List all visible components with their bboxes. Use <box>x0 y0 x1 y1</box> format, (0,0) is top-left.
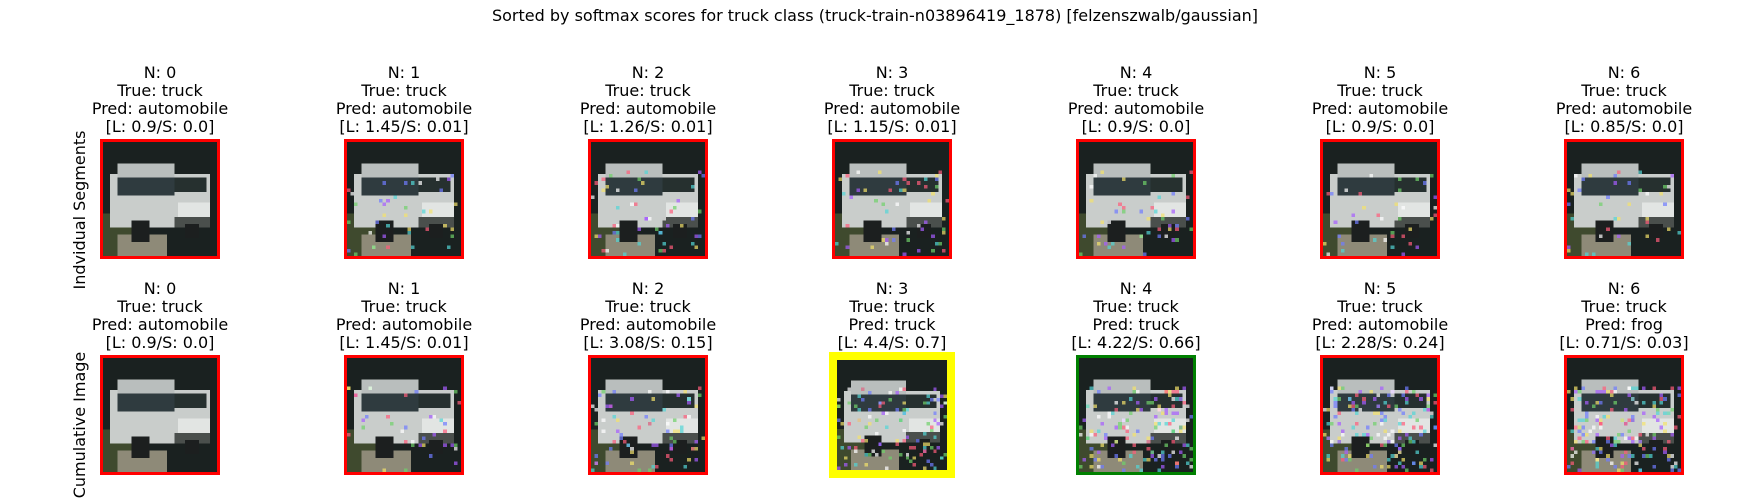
caption-pred: Pred: automobile <box>91 99 229 118</box>
van-image <box>591 358 705 472</box>
caption-pred: Pred: automobile <box>823 99 961 118</box>
caption-scores: [L: 0.9/S: 0.0] <box>105 333 215 352</box>
caption-n: N: 4 <box>1119 63 1153 82</box>
caption-n: N: 3 <box>875 63 909 82</box>
caption-scores: [L: 1.26/S: 0.01] <box>583 117 713 136</box>
caption-true: True: truck <box>1337 297 1423 316</box>
caption-scores: [L: 0.9/S: 0.0] <box>105 117 215 136</box>
caption-scores: [L: 1.15/S: 0.01] <box>827 117 957 136</box>
grid-cell: N: 6 True: truck Pred: frog [L: 0.71/S: 0.0… <box>1544 280 1704 475</box>
van-thumbnail <box>588 139 708 259</box>
caption-true: True: truck <box>1093 297 1179 316</box>
caption-pred: Pred: automobile <box>579 99 717 118</box>
van-thumbnail <box>588 355 708 475</box>
grid-cell: N: 2 True: truck Pred: automobile [L: 1.26/… <box>568 64 728 259</box>
grid-cell: N: 6 True: truck Pred: automobile [L: 0.85/… <box>1544 64 1704 259</box>
caption-scores: [L: 2.28/S: 0.24] <box>1315 333 1445 352</box>
van-thumbnail <box>1320 139 1440 259</box>
van-image <box>1323 358 1437 472</box>
grid-cell: N: 2 True: truck Pred: automobile [L: 3.08/… <box>568 280 728 475</box>
van-thumbnail <box>100 355 220 475</box>
caption-true: True: truck <box>849 81 935 100</box>
caption-pred: Pred: automobile <box>335 99 473 118</box>
caption-true: True: truck <box>605 81 691 100</box>
caption-n: N: 1 <box>387 63 421 82</box>
caption-n: N: 6 <box>1607 279 1641 298</box>
caption-pred: Pred: truck <box>1092 315 1180 334</box>
caption-n: N: 0 <box>143 279 177 298</box>
van-thumbnail <box>829 352 955 478</box>
caption-n: N: 1 <box>387 279 421 298</box>
figure-title: Sorted by softmax scores for truck class… <box>491 6 1258 25</box>
caption-scores: [L: 4.4/S: 0.7] <box>837 333 947 352</box>
caption-true: True: truck <box>361 297 447 316</box>
van-thumbnail <box>1076 355 1196 475</box>
van-image <box>347 358 461 472</box>
grid-cell: N: 4 True: truck Pred: truck [L: 4.22/S: 0.… <box>1056 280 1216 475</box>
caption-pred: Pred: automobile <box>1067 99 1205 118</box>
caption-true: True: truck <box>1581 297 1667 316</box>
caption-scores: [L: 0.71/S: 0.03] <box>1559 333 1689 352</box>
van-image <box>103 142 217 256</box>
caption-n: N: 6 <box>1607 63 1641 82</box>
caption-true: True: truck <box>1581 81 1667 100</box>
van-image <box>103 358 217 472</box>
caption-true: True: truck <box>117 81 203 100</box>
van-thumbnail <box>1076 139 1196 259</box>
caption-scores: [L: 0.9/S: 0.0] <box>1081 117 1191 136</box>
van-thumbnail <box>1564 139 1684 259</box>
caption-true: True: truck <box>1337 81 1423 100</box>
caption-n: N: 2 <box>631 63 665 82</box>
grid-cell: N: 5 True: truck Pred: automobile [L: 2.28/… <box>1300 280 1460 475</box>
van-thumbnail <box>1320 355 1440 475</box>
caption-n: N: 5 <box>1363 63 1397 82</box>
van-thumbnail <box>1564 355 1684 475</box>
caption-scores: [L: 3.08/S: 0.15] <box>583 333 713 352</box>
van-thumbnail <box>100 139 220 259</box>
van-image <box>835 142 949 256</box>
grid-cell: N: 0 True: truck Pred: automobile [L: 0.9/S… <box>80 280 240 475</box>
caption-pred: Pred: automobile <box>1311 99 1449 118</box>
grid-cell: N: 3 True: truck Pred: truck [L: 4.4/S: 0.7… <box>812 280 972 478</box>
caption-n: N: 4 <box>1119 279 1153 298</box>
caption-true: True: truck <box>117 297 203 316</box>
van-thumbnail <box>344 355 464 475</box>
van-image <box>347 142 461 256</box>
caption-pred: Pred: automobile <box>1555 99 1693 118</box>
caption-pred: Pred: frog <box>1585 315 1663 334</box>
caption-scores: [L: 1.45/S: 0.01] <box>339 117 469 136</box>
caption-pred: Pred: automobile <box>579 315 717 334</box>
grid-cell: N: 1 True: truck Pred: automobile [L: 1.45/… <box>324 280 484 475</box>
caption-pred: Pred: automobile <box>1311 315 1449 334</box>
van-image <box>591 142 705 256</box>
van-image <box>1567 358 1681 472</box>
grid-cell: N: 5 True: truck Pred: automobile [L: 0.9/S… <box>1300 64 1460 259</box>
van-image <box>1079 358 1193 472</box>
caption-scores: [L: 0.85/S: 0.0] <box>1564 117 1684 136</box>
grid-cell: N: 0 True: truck Pred: automobile [L: 0.9/S… <box>80 64 240 259</box>
caption-scores: [L: 4.22/S: 0.66] <box>1071 333 1201 352</box>
van-image <box>1079 142 1193 256</box>
van-image <box>837 360 947 470</box>
grid-cell: N: 3 True: truck Pred: automobile [L: 1.15/… <box>812 64 972 259</box>
van-thumbnail <box>832 139 952 259</box>
grid-cell: N: 1 True: truck Pred: automobile [L: 1.45/… <box>324 64 484 259</box>
caption-true: True: truck <box>1093 81 1179 100</box>
caption-true: True: truck <box>605 297 691 316</box>
caption-true: True: truck <box>361 81 447 100</box>
van-thumbnail <box>344 139 464 259</box>
caption-scores: [L: 0.9/S: 0.0] <box>1325 117 1435 136</box>
grid-cell: N: 4 True: truck Pred: automobile [L: 0.9/S… <box>1056 64 1216 259</box>
caption-pred: Pred: automobile <box>335 315 473 334</box>
caption-pred: Pred: automobile <box>91 315 229 334</box>
van-image <box>1323 142 1437 256</box>
caption-n: N: 5 <box>1363 279 1397 298</box>
caption-n: N: 0 <box>143 63 177 82</box>
caption-n: N: 2 <box>631 279 665 298</box>
caption-true: True: truck <box>849 297 935 316</box>
caption-scores: [L: 1.45/S: 0.01] <box>339 333 469 352</box>
caption-n: N: 3 <box>875 279 909 298</box>
van-image <box>1567 142 1681 256</box>
caption-pred: Pred: truck <box>848 315 936 334</box>
